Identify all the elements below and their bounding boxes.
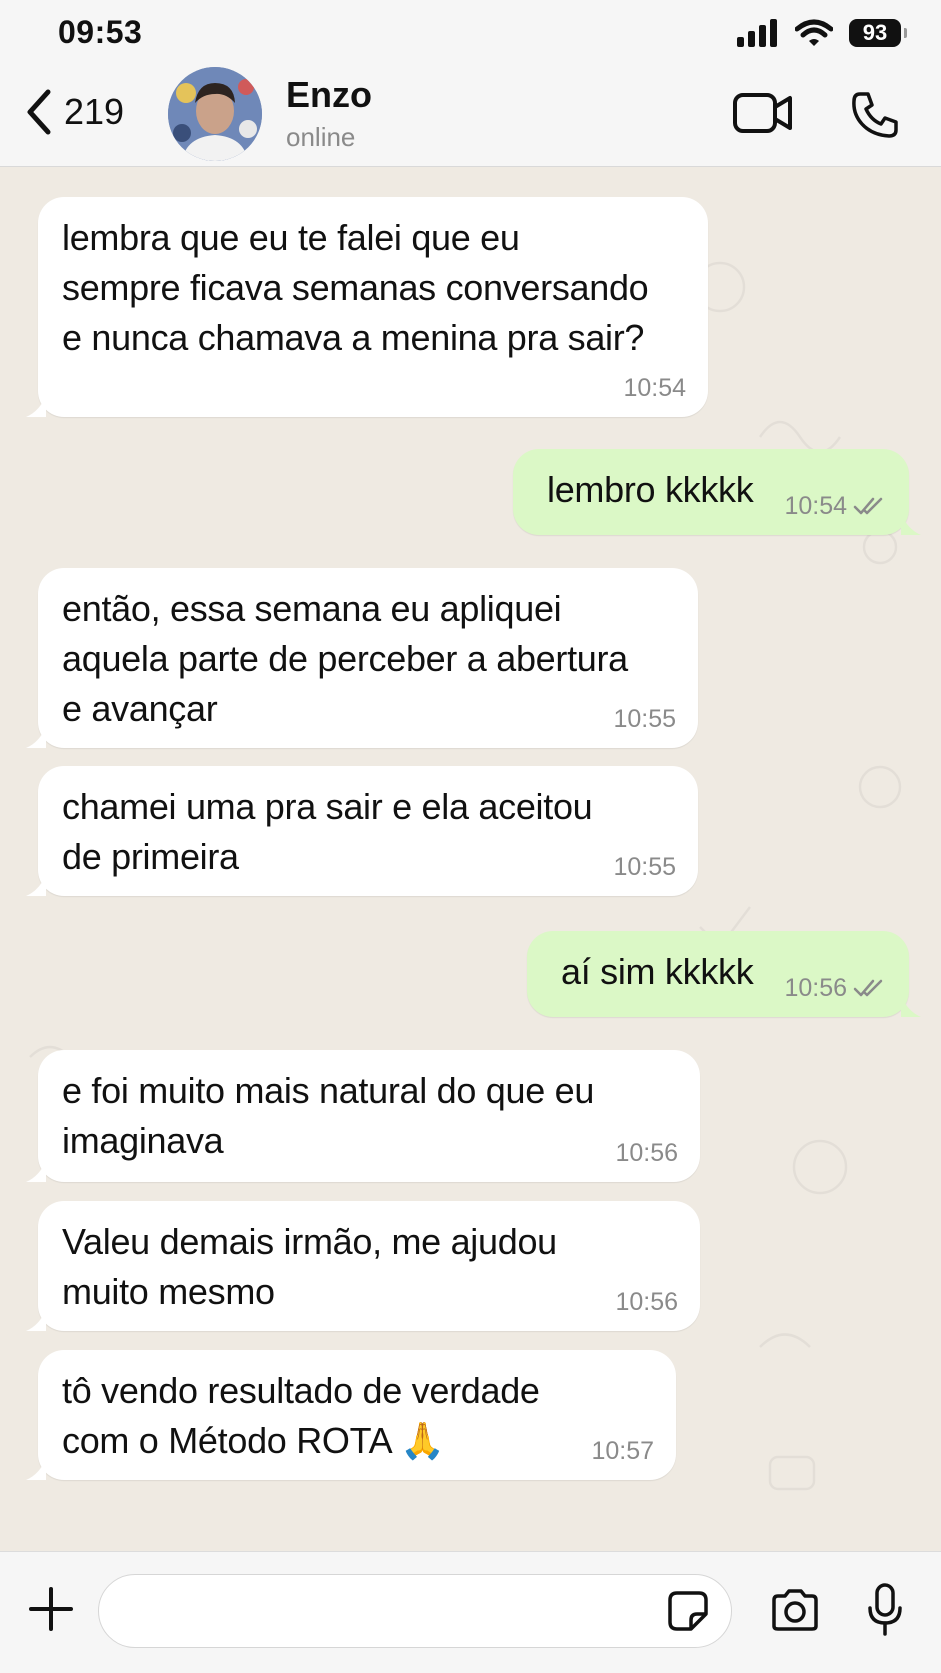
battery-icon: 93 [849,19,907,47]
message-time: 10:55 [613,853,676,881]
message-incoming[interactable]: então, essa semana eu apliquei aquela pa… [26,568,698,748]
status-icons: 93 [737,16,907,50]
message-meta: 10:54 [623,373,686,403]
status-bar: 09:53 93 [0,0,941,62]
message-meta: 10:56 [615,1138,678,1168]
message-meta: 10:56 [615,1287,678,1317]
message-time: 10:56 [615,1139,678,1167]
message-text: então, essa semana eu apliquei aquela pa… [62,588,628,729]
message-incoming[interactable]: lembra que eu te falei que eu sempre fic… [26,197,708,417]
contact-status: online [286,122,356,152]
bubble-tail [26,1309,46,1331]
message-meta: 10:55 [613,852,676,882]
message-text: Valeu demais irmão, me ajudou muito mesm… [62,1221,557,1312]
message-input[interactable] [98,1574,732,1648]
voice-call-button[interactable] [850,90,900,145]
cellular-signal-icon [737,19,777,47]
sticker-icon [668,1591,708,1631]
plus-icon [29,1587,73,1631]
contact-name[interactable]: Enzo [286,74,372,116]
message-text: chamei uma pra sair e ela aceitou de pri… [62,786,593,877]
message-text: lembra que eu te falei que eu sempre fic… [62,217,649,358]
bubble-tail [26,874,46,896]
message-time: 10:54 [784,492,847,520]
chat-area[interactable]: lembra que eu te falei que eu sempre fic… [0,167,941,1550]
message-time: 10:55 [613,705,676,733]
double-check-icon [853,979,883,997]
voice-message-button[interactable] [866,1582,904,1643]
avatar[interactable] [168,67,262,161]
message-time: 10:54 [623,374,686,402]
camera-icon [772,1589,818,1631]
microphone-icon [868,1583,902,1636]
chat-header: 219 Enzo online [0,62,941,167]
message-incoming[interactable]: e foi muito mais natural do que eu imagi… [26,1050,700,1182]
message-meta: 10:56 [784,973,887,1003]
message-composer [0,1551,941,1673]
message-time: 10:56 [784,974,847,1002]
bubble-tail [901,513,921,535]
message-outgoing[interactable]: lembro kkkkk 10:54 [513,449,921,535]
video-call-button[interactable] [732,92,794,139]
message-incoming[interactable]: tô vendo resultado de verdade com o Méto… [26,1350,676,1480]
message-meta: 10:55 [613,704,676,734]
message-outgoing[interactable]: aí sim kkkkk 10:56 [527,931,921,1017]
wifi-icon [795,19,833,46]
bubble-tail [901,995,921,1017]
message-meta: 10:57 [591,1436,654,1466]
chevron-left-icon [27,89,51,135]
double-check-icon [853,497,883,515]
back-button[interactable]: 219 [24,88,124,136]
message-text: e foi muito mais natural do que eu imagi… [62,1070,595,1161]
phone-icon [852,92,898,138]
message-text: tô vendo resultado de verdade com o Méto… [62,1370,540,1461]
message-meta: 10:54 [784,491,887,521]
bubble-tail [26,726,46,748]
message-time: 10:56 [615,1288,678,1316]
attach-button[interactable] [28,1586,74,1637]
message-incoming[interactable]: Valeu demais irmão, me ajudou muito mesm… [26,1201,700,1331]
bubble-tail [26,1458,46,1480]
bubble-tail [26,395,46,417]
camera-button[interactable] [770,1588,820,1637]
battery-level: 93 [862,20,888,45]
message-time: 10:57 [591,1437,654,1465]
message-incoming[interactable]: chamei uma pra sair e ela aceitou de pri… [26,766,698,896]
bubble-tail [26,1160,46,1182]
video-camera-icon [733,93,792,133]
status-time: 09:53 [58,14,143,50]
unread-count: 219 [64,91,125,132]
avatar-photo [168,67,262,161]
sticker-button[interactable] [667,1590,709,1637]
